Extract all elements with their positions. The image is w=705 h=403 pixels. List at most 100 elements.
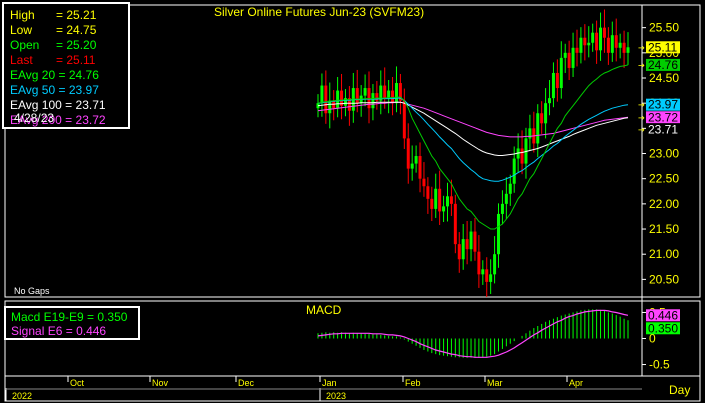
year-label: 2022 xyxy=(12,391,32,401)
macd-title: MACD xyxy=(306,303,342,317)
price-tick-label: 21.00 xyxy=(649,247,679,261)
candle-body xyxy=(336,90,340,109)
candle-body xyxy=(465,239,469,250)
candle-body xyxy=(587,42,591,46)
period-label: Day xyxy=(669,383,691,397)
candle-body xyxy=(422,178,426,187)
low-label: Low xyxy=(10,23,33,37)
candle-body xyxy=(575,47,579,53)
candle-body xyxy=(493,254,497,275)
price-tick-label: 22.00 xyxy=(649,197,679,211)
last-label: Last xyxy=(10,53,33,67)
candle-body xyxy=(387,90,391,99)
candle-body xyxy=(540,113,544,124)
candle-body xyxy=(473,231,477,252)
candle-body xyxy=(595,32,599,51)
candle-body xyxy=(618,42,622,48)
tag-arrow-icon: → xyxy=(638,61,645,70)
price-tick-label: 22.50 xyxy=(649,172,679,186)
macd-info-box: Macd E19-E9 = 0.350 Signal E6 = 0.446 xyxy=(4,306,140,340)
candle-body xyxy=(551,72,555,99)
candle-body xyxy=(536,113,540,144)
price-tick-label: 25.50 xyxy=(649,21,679,35)
high-row: High = 25.21 xyxy=(10,8,96,22)
chart-title: Silver Online Futures Jun-23 (SVFM23) xyxy=(214,5,425,19)
candle-body xyxy=(426,186,430,199)
candle-body xyxy=(320,85,324,104)
price-tick-label: 23.00 xyxy=(649,147,679,161)
candle-body xyxy=(453,203,457,245)
candle-body xyxy=(391,90,395,104)
quote-info-box: High = 25.21 Low = 24.75 Open = 25.20 Last =… xyxy=(2,2,130,129)
candle-body xyxy=(394,83,398,104)
eavg100-row: EAvg 100 = 23.71 xyxy=(10,98,106,112)
candle-body xyxy=(497,213,501,255)
candle-body xyxy=(430,198,434,209)
candle-body xyxy=(461,239,465,260)
tag-arrow-icon: → xyxy=(638,43,645,52)
candle-body xyxy=(528,128,532,139)
candle-body xyxy=(481,269,485,275)
candle-body xyxy=(567,52,571,68)
candle-body xyxy=(571,47,575,68)
candle-body xyxy=(383,85,387,99)
candle-body xyxy=(563,52,567,58)
candle-body xyxy=(559,57,563,89)
candle-body xyxy=(504,193,508,204)
candle-body xyxy=(544,103,548,124)
macd-row: Macd E19-E9 = 0.350 xyxy=(11,310,128,324)
low-value: = 24.75 xyxy=(56,23,97,37)
month-label: Dec xyxy=(238,378,255,388)
month-label: Mar xyxy=(487,378,503,388)
last-price-tag: 25.11 xyxy=(648,40,677,54)
candle-body xyxy=(414,156,418,164)
candle-body xyxy=(622,42,626,53)
candle-body xyxy=(489,274,493,282)
last-value: = 25.11 xyxy=(56,53,96,67)
month-label: Apr xyxy=(569,378,583,388)
price-tick-label: 24.50 xyxy=(649,71,679,85)
candle-body xyxy=(457,244,461,260)
candle-body xyxy=(469,231,473,250)
open-value: = 25.20 xyxy=(56,38,97,52)
candle-body xyxy=(508,183,512,194)
high-value: = 25.21 xyxy=(56,8,97,22)
eavg20-tag: 24.76 xyxy=(648,58,678,72)
quote-date: 4/28/23 xyxy=(14,111,55,125)
candle-body xyxy=(355,88,359,104)
no-gaps-label: No Gaps xyxy=(14,286,50,296)
year-label: 2023 xyxy=(326,391,346,401)
macd-tag: 0.350 xyxy=(648,321,678,335)
tag-arrow-icon: → xyxy=(638,101,645,110)
open-label: Open xyxy=(10,38,40,52)
low-row: Low = 24.75 xyxy=(10,23,96,37)
month-label: Nov xyxy=(152,378,169,388)
candle-body xyxy=(438,188,442,212)
candle-body xyxy=(402,100,406,139)
candle-body xyxy=(445,196,449,207)
candle-body xyxy=(555,72,559,89)
open-row: Open = 25.20 xyxy=(10,38,96,52)
signal-row: Signal E6 = 0.446 xyxy=(11,324,107,338)
candle-body xyxy=(328,100,332,114)
candle-body xyxy=(500,203,504,214)
macd-tick-label: -0.5 xyxy=(649,358,670,372)
candle-body xyxy=(614,35,618,48)
candle-body xyxy=(477,251,481,275)
signal-tag: 0.446 xyxy=(648,308,678,322)
price-tick-label: 20.50 xyxy=(649,272,679,286)
candle-body xyxy=(606,37,610,53)
eavg20-row: EAvg 20 = 24.76 xyxy=(10,68,99,82)
candle-body xyxy=(410,163,414,169)
candle-body xyxy=(485,269,489,282)
candle-body xyxy=(418,156,422,179)
last-row: Last = 25.11 xyxy=(10,53,95,67)
candle-body xyxy=(583,37,587,46)
candle-body xyxy=(371,93,375,109)
tag-arrow-icon: → xyxy=(638,125,645,134)
candle-body xyxy=(602,27,606,38)
price-tick-label: 21.50 xyxy=(649,222,679,236)
tag-arrow-icon: → xyxy=(638,113,645,122)
candle-body xyxy=(442,206,446,212)
month-label: Jan xyxy=(322,378,337,388)
